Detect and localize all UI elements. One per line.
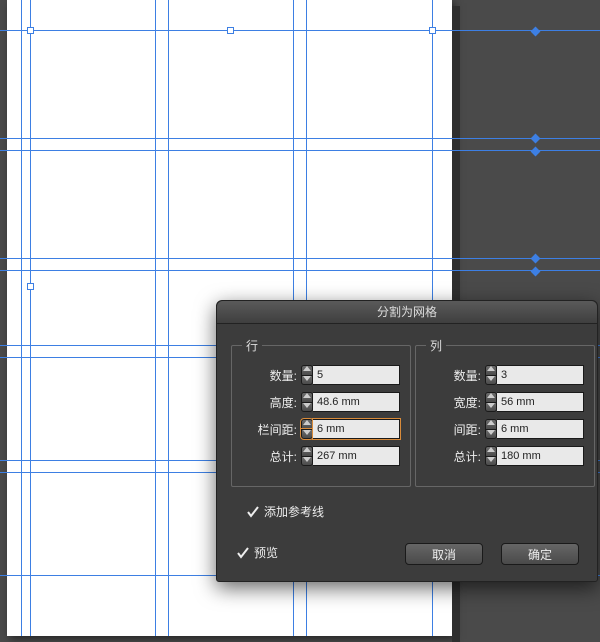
selection-handle[interactable] <box>27 27 34 34</box>
cols-total-stepper[interactable] <box>485 446 497 466</box>
cols-count-stepper[interactable] <box>485 365 497 385</box>
guide-h[interactable] <box>0 30 600 31</box>
stepper-down-icon[interactable] <box>301 456 313 467</box>
stepper-down-icon[interactable] <box>485 375 497 386</box>
guide-h[interactable] <box>0 150 600 151</box>
cols-gutter-stepper[interactable] <box>485 419 497 439</box>
split-into-grid-dialog: 分割为网格 行 数量: 高度: 栏间距: <box>216 300 598 582</box>
stepper-up-icon[interactable] <box>485 392 497 402</box>
rows-height-input[interactable] <box>313 392 400 412</box>
stepper-up-icon[interactable] <box>301 392 313 402</box>
selection-endpoint[interactable] <box>531 267 541 277</box>
ok-button[interactable]: 确定 <box>501 543 579 565</box>
stepper-up-icon[interactable] <box>301 419 313 429</box>
stepper-up-icon[interactable] <box>485 419 497 429</box>
selection-endpoint[interactable] <box>531 254 541 264</box>
stepper-up-icon[interactable] <box>301 446 313 456</box>
rows-gutter-row: 栏间距: <box>242 418 400 440</box>
rows-gutter-stepper[interactable] <box>301 419 313 439</box>
dialog-buttons: 取消 确定 <box>405 543 579 565</box>
rows-gutter-label: 栏间距: <box>251 421 297 438</box>
guide-v[interactable] <box>168 0 169 636</box>
stepper-down-icon[interactable] <box>301 429 313 440</box>
cols-width-label: 宽度: <box>435 394 481 411</box>
rows-count-row: 数量: <box>242 364 400 386</box>
rows-height-row: 高度: <box>242 391 400 413</box>
selection-handle[interactable] <box>429 27 436 34</box>
cols-gutter-row: 间距: <box>426 418 584 440</box>
stepper-up-icon[interactable] <box>485 446 497 456</box>
stepper-down-icon[interactable] <box>485 402 497 413</box>
selection-endpoint[interactable] <box>531 27 541 37</box>
cols-total-label: 总计: <box>435 448 481 465</box>
checkmark-icon <box>237 547 249 559</box>
cols-width-stepper[interactable] <box>485 392 497 412</box>
guide-h[interactable] <box>0 270 600 271</box>
selection-handle[interactable] <box>227 27 234 34</box>
rows-count-label: 数量: <box>251 367 297 384</box>
rows-count-stepper[interactable] <box>301 365 313 385</box>
cols-legend: 列 <box>426 337 446 354</box>
guide-v[interactable] <box>155 0 156 636</box>
rows-total-input[interactable] <box>313 446 400 466</box>
rows-total-label: 总计: <box>251 448 297 465</box>
cols-total-row: 总计: <box>426 445 584 467</box>
selection-handle[interactable] <box>27 283 34 290</box>
guide-v[interactable] <box>21 0 22 636</box>
rows-legend: 行 <box>242 337 262 354</box>
guide-h[interactable] <box>0 138 600 139</box>
stepper-down-icon[interactable] <box>301 375 313 386</box>
preview-label: 预览 <box>254 544 278 561</box>
stepper-down-icon[interactable] <box>485 456 497 467</box>
stepper-up-icon[interactable] <box>301 365 313 375</box>
cols-gutter-input[interactable] <box>497 419 584 439</box>
rows-group: 行 数量: 高度: 栏间距: 总计: <box>231 337 411 487</box>
guide-h[interactable] <box>0 258 600 259</box>
cols-count-row: 数量: <box>426 364 584 386</box>
rows-height-label: 高度: <box>251 394 297 411</box>
stepper-down-icon[interactable] <box>485 429 497 440</box>
stepper-down-icon[interactable] <box>301 402 313 413</box>
cols-count-input[interactable] <box>497 365 584 385</box>
dialog-title[interactable]: 分割为网格 <box>217 301 597 324</box>
cols-total-input[interactable] <box>497 446 584 466</box>
rows-total-stepper[interactable] <box>301 446 313 466</box>
stepper-up-icon[interactable] <box>485 365 497 375</box>
rows-total-row: 总计: <box>242 445 400 467</box>
cols-width-row: 宽度: <box>426 391 584 413</box>
add-guides-checkbox[interactable]: 添加参考线 <box>247 503 324 520</box>
rows-gutter-input[interactable] <box>313 419 400 439</box>
add-guides-label: 添加参考线 <box>264 503 324 520</box>
cols-width-input[interactable] <box>497 392 584 412</box>
guide-v[interactable] <box>30 0 31 636</box>
preview-checkbox[interactable]: 预览 <box>237 544 278 561</box>
cols-count-label: 数量: <box>435 367 481 384</box>
cancel-button[interactable]: 取消 <box>405 543 483 565</box>
rows-height-stepper[interactable] <box>301 392 313 412</box>
selection-endpoint[interactable] <box>531 147 541 157</box>
cols-gutter-label: 间距: <box>435 421 481 438</box>
selection-endpoint[interactable] <box>531 134 541 144</box>
rows-count-input[interactable] <box>313 365 400 385</box>
checkmark-icon <box>247 506 259 518</box>
cols-group: 列 数量: 宽度: 间距: 总计: <box>415 337 595 487</box>
